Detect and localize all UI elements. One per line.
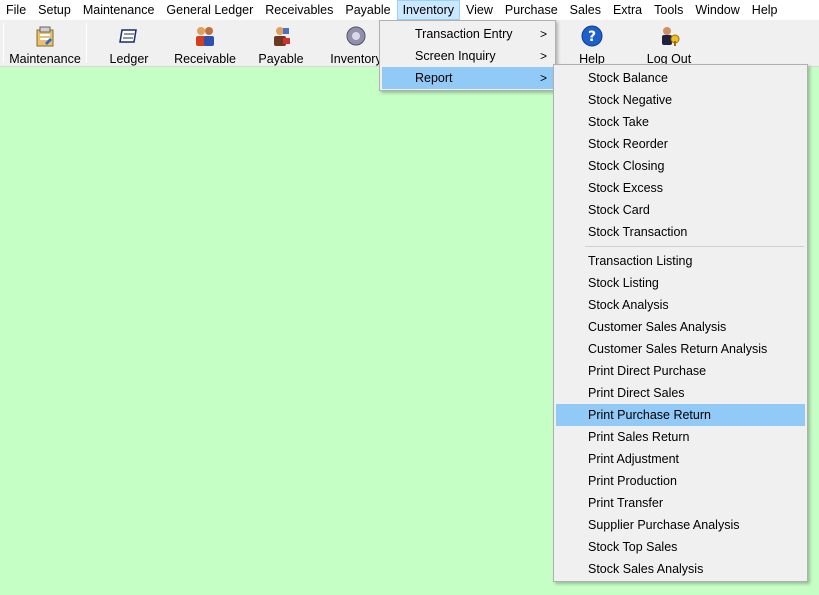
chevron-right-icon: >: [539, 27, 547, 41]
menu-sales[interactable]: Sales: [564, 0, 607, 20]
menu-item-print-production[interactable]: Print Production: [556, 470, 805, 492]
menu-bar: File Setup Maintenance General Ledger Re…: [0, 0, 819, 20]
menu-item-print-purchase-return[interactable]: Print Purchase Return: [556, 404, 805, 426]
maintenance-button[interactable]: Maintenance: [7, 20, 83, 66]
menu-item-stock-sales-analysis[interactable]: Stock Sales Analysis: [556, 558, 805, 580]
payable-label: Payable: [258, 52, 304, 66]
menu-item-stock-negative[interactable]: Stock Negative: [556, 89, 805, 111]
menu-item-stock-reorder[interactable]: Stock Reorder: [556, 133, 805, 155]
maintenance-label: Maintenance: [9, 52, 81, 66]
menu-item-stock-balance[interactable]: Stock Balance: [556, 67, 805, 89]
menu-item-screen-inquiry[interactable]: Screen Inquiry >: [382, 45, 553, 67]
receivable-button[interactable]: Receivable: [172, 20, 238, 66]
menu-item-stock-card[interactable]: Stock Card: [556, 199, 805, 221]
menu-item-label: Transaction Entry: [415, 27, 513, 41]
chevron-right-icon: >: [539, 71, 547, 85]
logout-button[interactable]: Log Out: [642, 20, 696, 66]
payable-icon: [274, 27, 290, 46]
ledger-icon: [119, 29, 137, 43]
menu-item-label: Screen Inquiry: [415, 49, 496, 63]
menu-file[interactable]: File: [0, 0, 32, 20]
logout-icon: [662, 27, 680, 46]
menu-payable[interactable]: Payable: [339, 0, 396, 20]
payable-button[interactable]: Payable: [254, 20, 308, 66]
menu-view[interactable]: View: [460, 0, 499, 20]
menu-item-stock-listing[interactable]: Stock Listing: [556, 272, 805, 294]
menu-item-stock-closing[interactable]: Stock Closing: [556, 155, 805, 177]
menu-item-stock-top-sales[interactable]: Stock Top Sales: [556, 536, 805, 558]
report-submenu: Stock Balance Stock Negative Stock Take …: [553, 64, 808, 582]
help-button[interactable]: ? Help: [570, 20, 614, 66]
help-icon: ?: [581, 25, 603, 47]
menu-item-supplier-purchase-analysis[interactable]: Supplier Purchase Analysis: [556, 514, 805, 536]
menu-item-label: Report: [415, 71, 453, 85]
receivable-label: Receivable: [174, 52, 236, 66]
inventory-dropdown: Transaction Entry > Screen Inquiry > Rep…: [379, 20, 556, 91]
inventory-label: Inventory: [330, 52, 382, 66]
chevron-right-icon: >: [539, 49, 547, 63]
menu-maintenance[interactable]: Maintenance: [77, 0, 161, 20]
menu-item-stock-analysis[interactable]: Stock Analysis: [556, 294, 805, 316]
inventory-button[interactable]: Inventory: [327, 20, 385, 66]
menu-setup[interactable]: Setup: [32, 0, 77, 20]
menu-divider: [585, 243, 804, 250]
menu-item-print-direct-sales[interactable]: Print Direct Sales: [556, 382, 805, 404]
menu-tools[interactable]: Tools: [648, 0, 689, 20]
menu-item-print-adjustment[interactable]: Print Adjustment: [556, 448, 805, 470]
menu-item-stock-take[interactable]: Stock Take: [556, 111, 805, 133]
menu-item-stock-excess[interactable]: Stock Excess: [556, 177, 805, 199]
menu-general-ledger[interactable]: General Ledger: [160, 0, 259, 20]
toolbar-separator: [3, 23, 4, 63]
menu-item-transaction-listing[interactable]: Transaction Listing: [556, 250, 805, 272]
menu-item-transaction-entry[interactable]: Transaction Entry >: [382, 23, 553, 45]
menu-extra[interactable]: Extra: [607, 0, 648, 20]
menu-purchase[interactable]: Purchase: [499, 0, 564, 20]
menu-receivables[interactable]: Receivables: [259, 0, 339, 20]
menu-item-report[interactable]: Report >: [382, 67, 553, 89]
menu-item-print-transfer[interactable]: Print Transfer: [556, 492, 805, 514]
ledger-button[interactable]: Ledger: [100, 20, 158, 66]
receivable-icon: [196, 27, 214, 46]
menu-window[interactable]: Window: [689, 0, 745, 20]
menu-item-customer-sales-analysis[interactable]: Customer Sales Analysis: [556, 316, 805, 338]
menu-item-stock-transaction[interactable]: Stock Transaction: [556, 221, 805, 243]
maintenance-icon: [36, 26, 54, 47]
menu-item-customer-sales-return-analysis[interactable]: Customer Sales Return Analysis: [556, 338, 805, 360]
menu-item-print-direct-purchase[interactable]: Print Direct Purchase: [556, 360, 805, 382]
menu-inventory[interactable]: Inventory: [396, 0, 460, 20]
menu-item-print-sales-return[interactable]: Print Sales Return: [556, 426, 805, 448]
inventory-icon: [346, 26, 366, 46]
ledger-label: Ledger: [109, 52, 149, 66]
svg-text:?: ?: [588, 29, 596, 45]
menu-help[interactable]: Help: [746, 0, 784, 20]
toolbar-separator: [86, 23, 87, 63]
